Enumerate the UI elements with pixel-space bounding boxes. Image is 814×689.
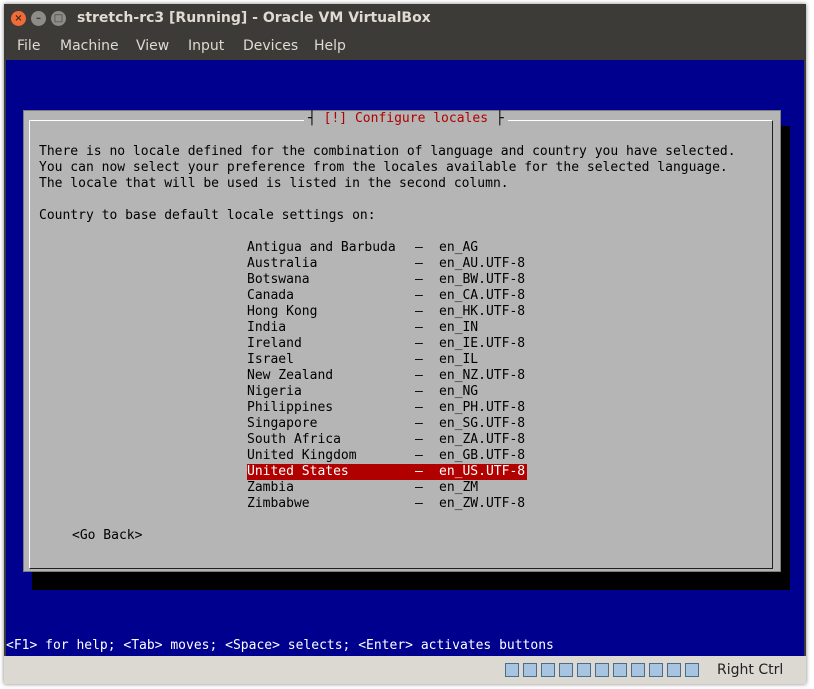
locale-country[interactable]: India — [247, 320, 286, 336]
shared-folder-icon[interactable] — [595, 663, 609, 677]
locale-code[interactable]: en_ZA.UTF-8 — [439, 432, 525, 448]
title-bracket-right: ├ — [488, 111, 504, 126]
locale-code[interactable]: en_IN — [439, 320, 478, 336]
locale-code[interactable]: en_BW.UTF-8 — [439, 272, 525, 288]
locale-code[interactable]: en_CA.UTF-8 — [439, 288, 525, 304]
host-key-label: Right Ctrl — [717, 662, 784, 678]
locale-country[interactable]: Singapore — [247, 416, 317, 432]
dialog-title-box: ┤ [!] Configure locales ├ — [304, 111, 508, 127]
locale-separator[interactable]: – — [415, 432, 423, 448]
locale-code[interactable]: en_ZM — [439, 480, 478, 496]
locale-separator[interactable]: – — [415, 384, 423, 400]
video-capture-icon[interactable] — [631, 663, 645, 677]
optical-drive-icon[interactable] — [523, 663, 537, 677]
menu-bar: File Machine View Input Devices Help — [4, 32, 806, 60]
display-icon[interactable] — [613, 663, 627, 677]
locale-code[interactable]: en_AG — [439, 240, 478, 256]
country-prompt: Country to base default locale settings … — [39, 208, 376, 223]
maximize-window-button[interactable]: □ — [51, 11, 66, 26]
locale-country[interactable]: Philippines — [247, 400, 333, 416]
locale-code[interactable]: en_PH.UTF-8 — [439, 400, 525, 416]
locale-country[interactable]: New Zealand — [247, 368, 333, 384]
locale-separator[interactable]: – — [415, 240, 423, 256]
locale-country[interactable]: Ireland — [247, 336, 302, 352]
dialog-title: [!] Configure locales — [323, 111, 489, 126]
vm-display[interactable]: ┤ [!] Configure locales ├ There is no lo… — [6, 60, 804, 656]
go-back-button[interactable]: <Go Back> — [72, 528, 142, 544]
menu-view[interactable]: View — [136, 38, 169, 54]
explanation-line-3: The locale that will be used is listed i… — [39, 176, 509, 191]
window-title: stretch-rc3 [Running] - Oracle VM Virtua… — [77, 10, 431, 26]
locale-separator[interactable]: – — [415, 320, 423, 336]
configure-locales-dialog: ┤ [!] Configure locales ├ There is no lo… — [23, 110, 781, 572]
locale-code[interactable]: en_US.UTF-8 — [439, 464, 525, 480]
explanation-line-1: There is no locale defined for the combi… — [39, 144, 736, 159]
close-window-button[interactable]: × — [11, 11, 26, 26]
locale-separator[interactable]: – — [415, 464, 423, 480]
audio-icon[interactable] — [541, 663, 555, 677]
locale-country[interactable]: Hong Kong — [247, 304, 317, 320]
cpu-icon[interactable] — [649, 663, 663, 677]
locale-country[interactable]: Israel — [247, 352, 294, 368]
menu-input[interactable]: Input — [188, 38, 224, 54]
locale-separator[interactable]: – — [415, 272, 423, 288]
menu-file[interactable]: File — [17, 38, 40, 54]
usb-icon[interactable] — [577, 663, 591, 677]
minimize-window-button[interactable]: – — [31, 11, 46, 26]
locale-country[interactable]: United Kingdom — [247, 448, 357, 464]
locale-separator[interactable]: – — [415, 336, 423, 352]
locale-country[interactable]: United States — [247, 464, 349, 480]
locale-code[interactable]: en_SG.UTF-8 — [439, 416, 525, 432]
menu-devices[interactable]: Devices — [243, 38, 298, 54]
locale-separator[interactable]: – — [415, 496, 423, 512]
locale-country[interactable]: Antigua and Barbuda — [247, 240, 396, 256]
locale-country[interactable]: Canada — [247, 288, 294, 304]
locale-code[interactable]: en_HK.UTF-8 — [439, 304, 525, 320]
locale-separator[interactable]: – — [415, 416, 423, 432]
locale-country[interactable]: Australia — [247, 256, 317, 272]
locale-country[interactable]: South Africa — [247, 432, 341, 448]
locale-separator[interactable]: – — [415, 368, 423, 384]
hard-disk-icon[interactable] — [505, 663, 519, 677]
locale-code[interactable]: en_NG — [439, 384, 478, 400]
title-bar: × – □ stretch-rc3 [Running] - Oracle VM … — [4, 4, 806, 32]
locale-separator[interactable]: – — [415, 480, 423, 496]
locale-separator[interactable]: – — [415, 256, 423, 272]
locale-country[interactable]: Zambia — [247, 480, 294, 496]
status-bar: Right Ctrl — [4, 656, 806, 684]
mouse-integration-icon[interactable] — [667, 663, 681, 677]
locale-code[interactable]: en_GB.UTF-8 — [439, 448, 525, 464]
locale-code[interactable]: en_ZW.UTF-8 — [439, 496, 525, 512]
locale-country[interactable]: Nigeria — [247, 384, 302, 400]
help-hint-bar: <F1> for help; <Tab> moves; <Space> sele… — [6, 637, 804, 655]
locale-separator[interactable]: – — [415, 448, 423, 464]
menu-machine[interactable]: Machine — [60, 38, 119, 54]
locale-separator[interactable]: – — [415, 288, 423, 304]
virtualbox-window: × – □ stretch-rc3 [Running] - Oracle VM … — [4, 4, 806, 684]
locale-separator[interactable]: – — [415, 352, 423, 368]
help-hint: <F1> for help; <Tab> moves; <Space> sele… — [6, 638, 554, 653]
locale-separator[interactable]: – — [415, 304, 423, 320]
locale-code[interactable]: en_IE.UTF-8 — [439, 336, 525, 352]
network-icon[interactable] — [559, 663, 573, 677]
menu-help[interactable]: Help — [314, 38, 346, 54]
locale-country[interactable]: Zimbabwe — [247, 496, 310, 512]
locale-code[interactable]: en_IL — [439, 352, 478, 368]
keyboard-icon[interactable] — [685, 663, 699, 677]
locale-code[interactable]: en_NZ.UTF-8 — [439, 368, 525, 384]
locale-code[interactable]: en_AU.UTF-8 — [439, 256, 525, 272]
explanation-line-2: You can now select your preference from … — [39, 160, 728, 175]
locale-separator[interactable]: – — [415, 400, 423, 416]
locale-country[interactable]: Botswana — [247, 272, 310, 288]
title-bracket-left: ┤ — [308, 111, 324, 126]
